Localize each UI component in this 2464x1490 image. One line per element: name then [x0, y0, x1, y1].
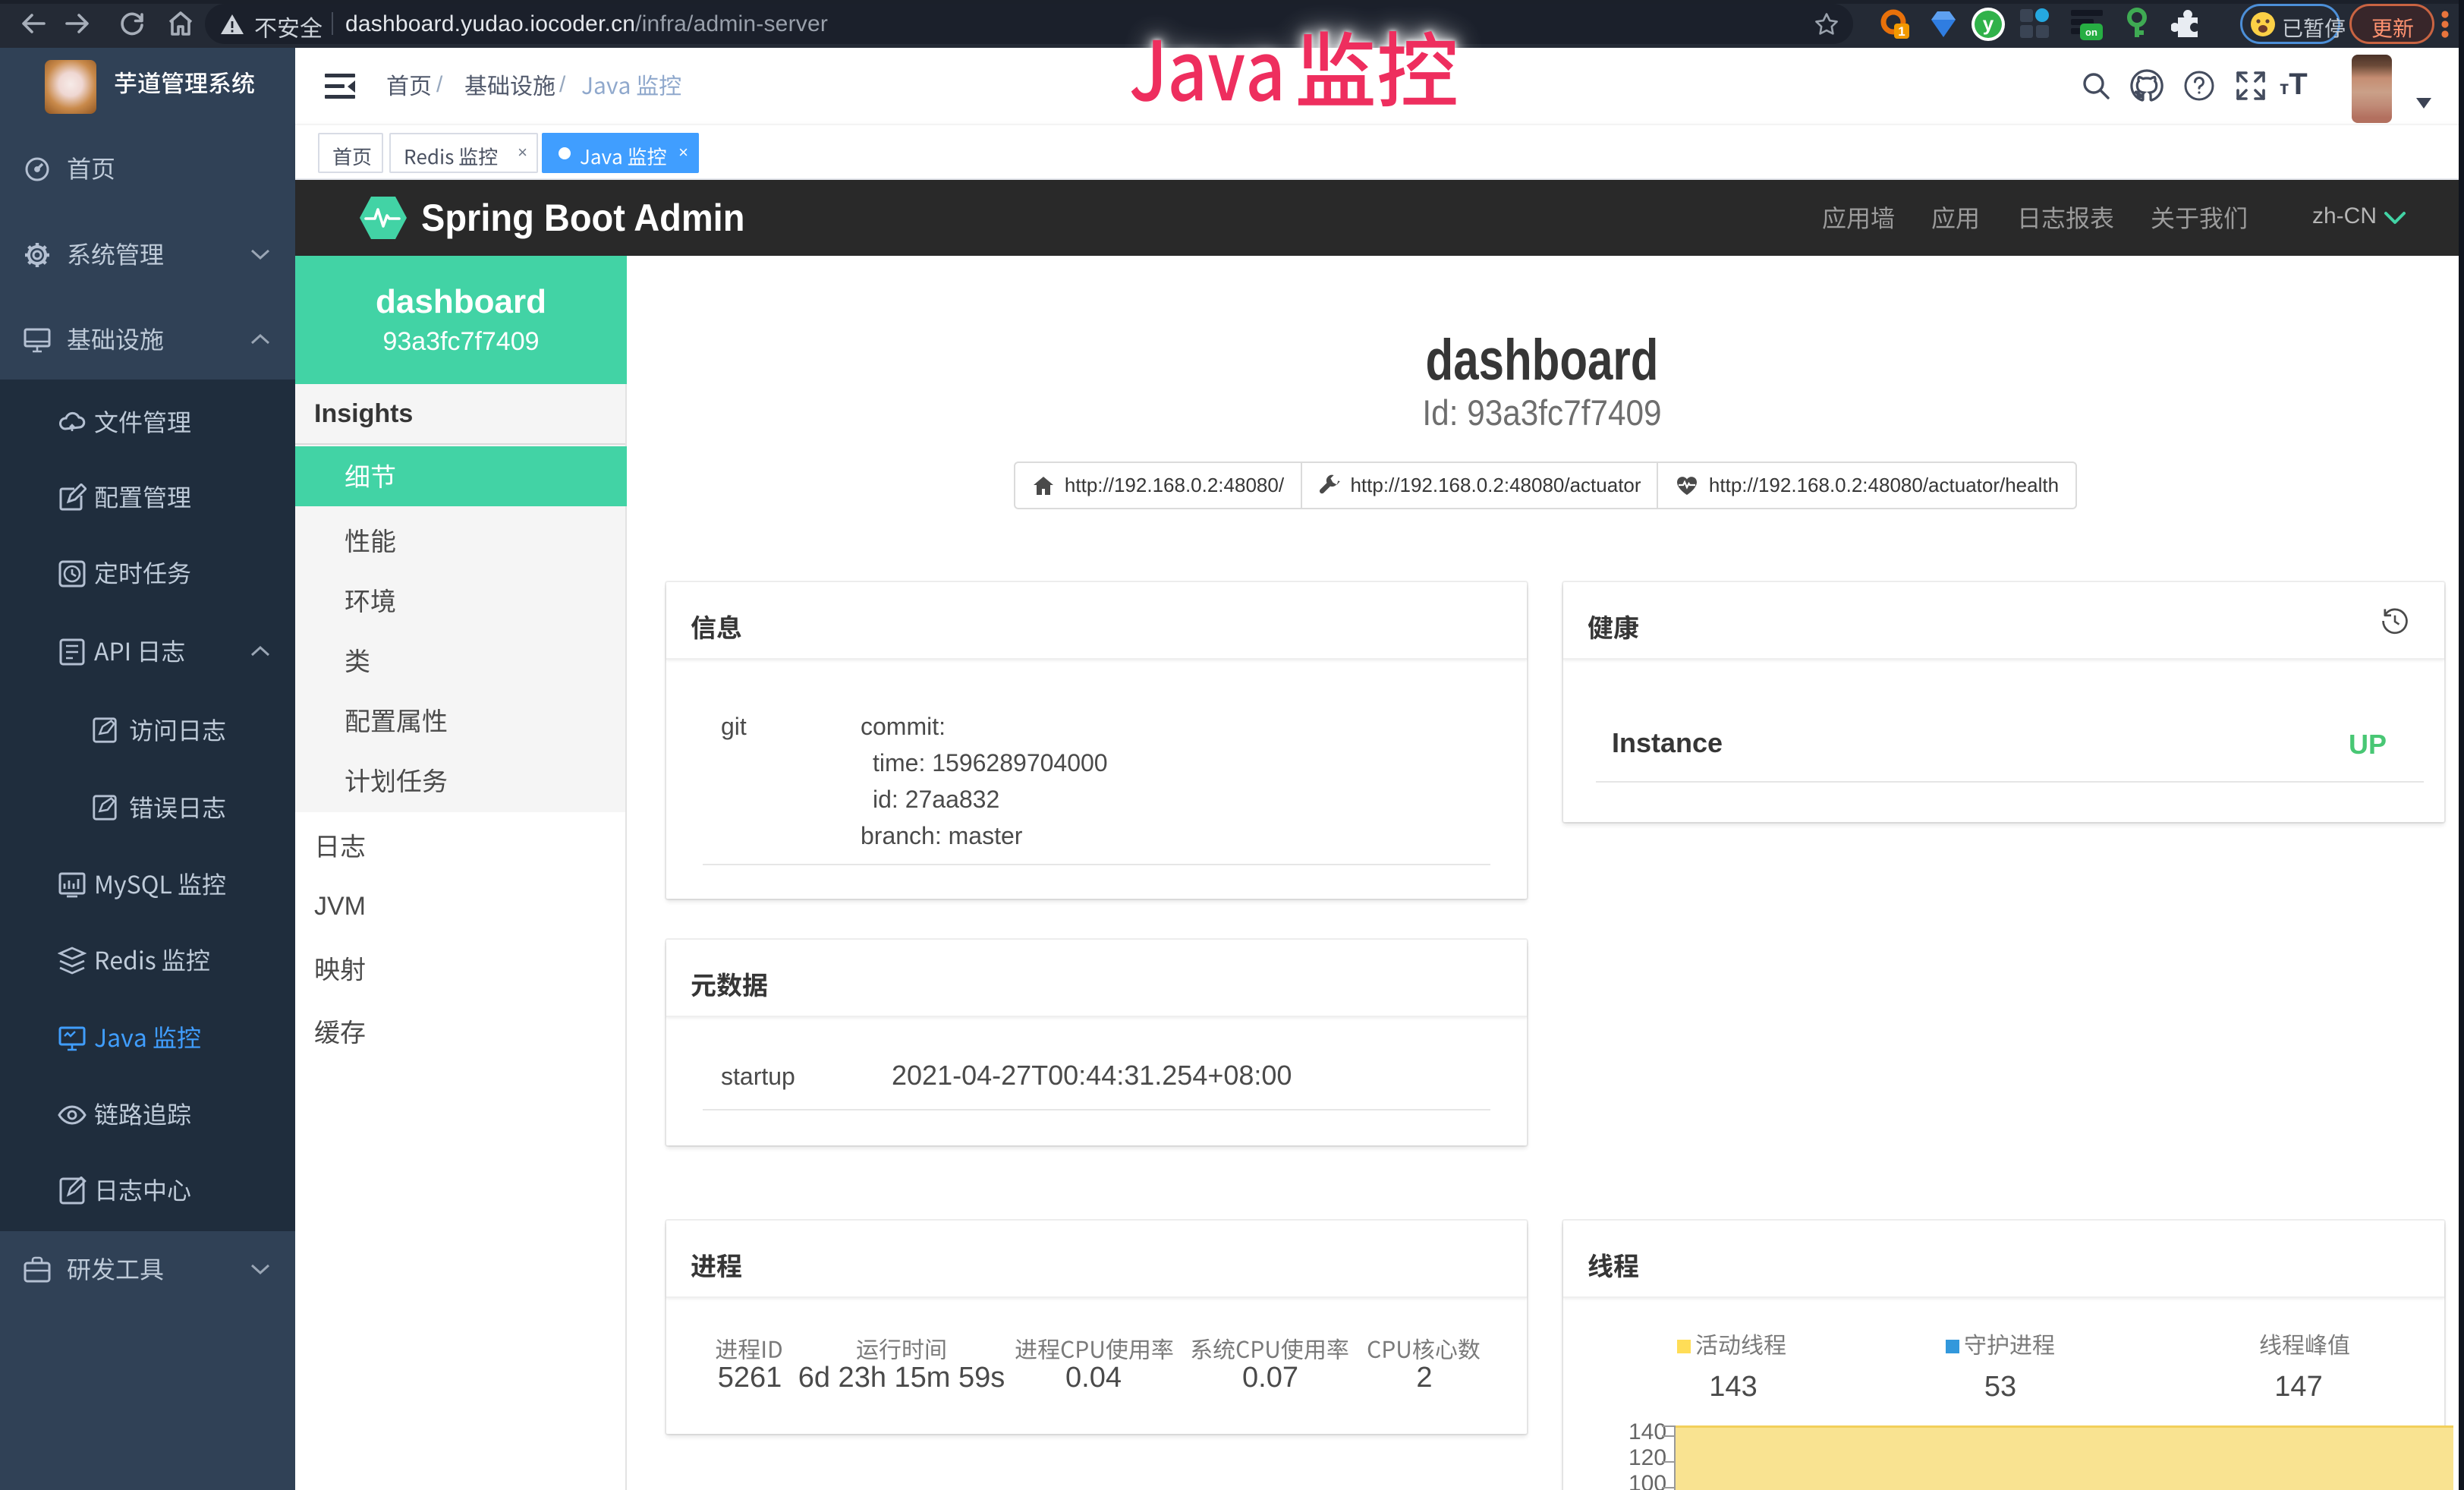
svg-text:1: 1	[1898, 24, 1905, 39]
svg-text:on: on	[2085, 27, 2097, 38]
svg-text:y: y	[1983, 12, 1994, 35]
